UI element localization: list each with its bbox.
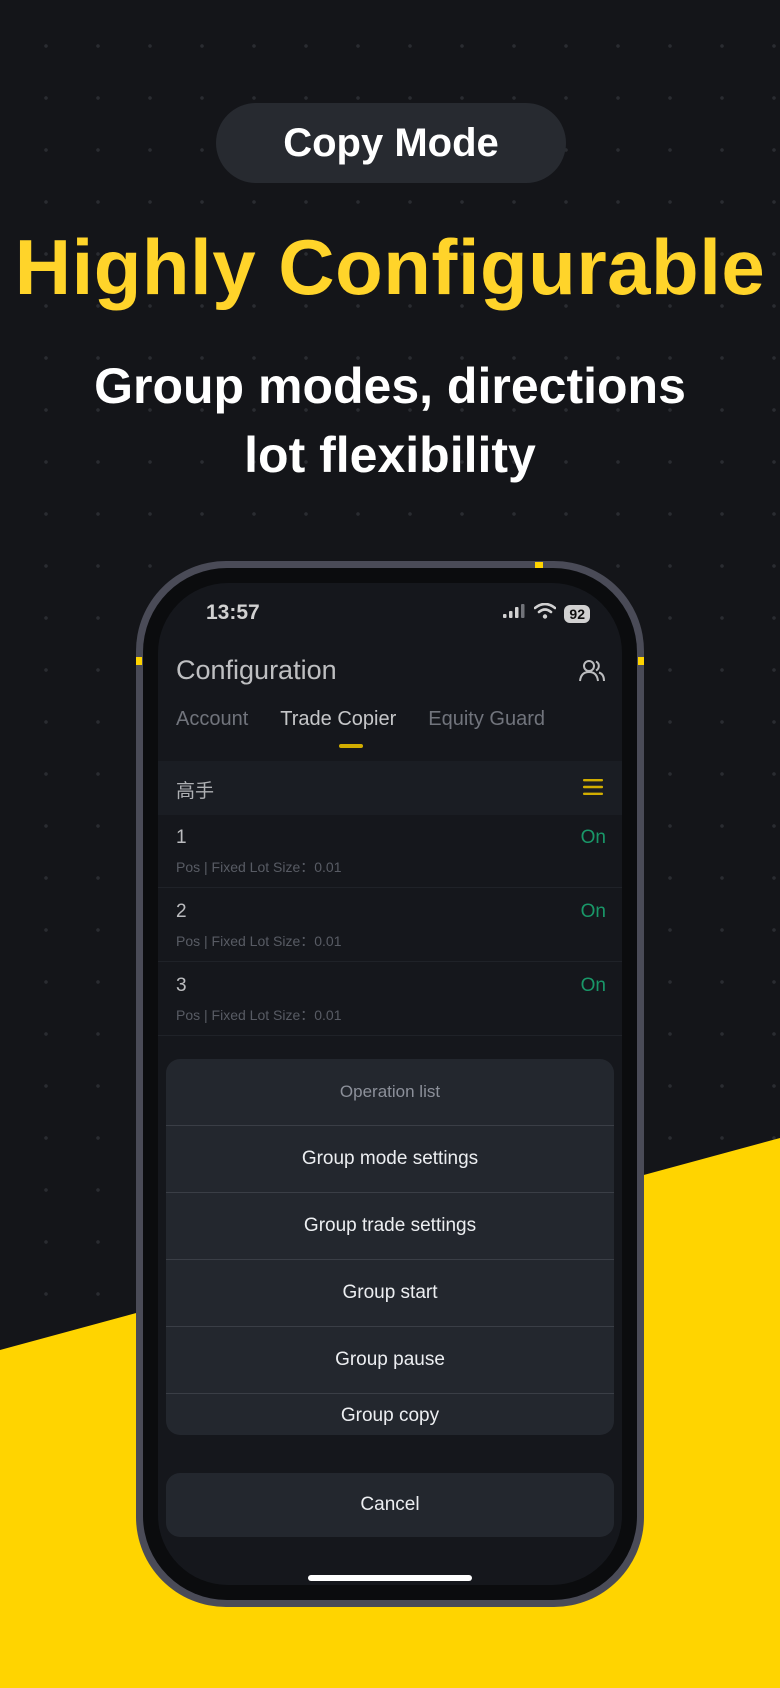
group-mode-settings-button[interactable]: Group mode settings: [166, 1126, 614, 1193]
headline: Highly Configurable: [14, 223, 766, 311]
group-pause-button[interactable]: Group pause: [166, 1327, 614, 1394]
sheet-title: Operation list: [166, 1059, 614, 1126]
cancel-button[interactable]: Cancel: [166, 1473, 614, 1537]
copy-mode-pill: Copy Mode: [216, 103, 566, 183]
home-indicator[interactable]: [308, 1575, 472, 1581]
operation-list-sheet: Operation list Group mode settings Group…: [166, 1059, 614, 1435]
phone-accent-mark: [136, 657, 142, 665]
subheadline-line-2: lot flexibility: [244, 427, 536, 483]
group-copy-button[interactable]: Group copy: [166, 1394, 614, 1435]
subheadline-line-1: Group modes, directions: [94, 358, 686, 414]
phone-accent-mark: [638, 657, 644, 665]
group-trade-settings-button[interactable]: Group trade settings: [166, 1193, 614, 1260]
phone-screen: 13:57 92 Configuration Account Trade Cop…: [158, 583, 622, 1585]
group-start-button[interactable]: Group start: [166, 1260, 614, 1327]
